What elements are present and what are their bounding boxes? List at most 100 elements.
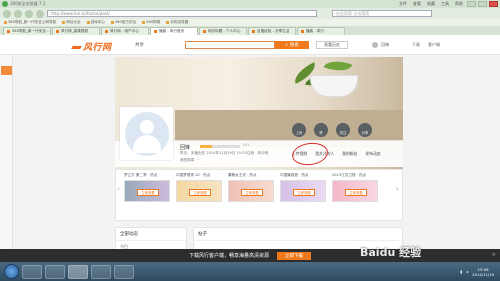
header-links: 下载 客户端	[412, 42, 440, 48]
prev-arrow-icon[interactable]: ‹	[117, 185, 120, 193]
menu-bar: 文件 查看 收藏 工具 帮助	[399, 1, 463, 7]
recommend-cards: 梦立方 第二季 · 热点 立即观看 中国梦想秀 20 · 热点 立即观看 暴跑女…	[124, 173, 378, 217]
watch-history-button[interactable]: 观看历史	[316, 41, 348, 49]
browser-tab[interactable]: 360导航_新一代安全...	[3, 27, 51, 35]
minimize-button[interactable]	[467, 1, 476, 7]
share-dropdown[interactable]: 共享	[135, 42, 144, 48]
favorites-bar: 360导航_新一代安全上网导航 网址大全 游戏中心 360官方论坛 360购物 …	[0, 19, 500, 26]
client-link[interactable]: 客户端	[428, 42, 440, 48]
tab-strip: 360导航_新一代安全... 风行网_高清视频 风行网 - 用户中心 播客 - …	[0, 26, 500, 35]
watch-now-button[interactable]: 立即观看	[189, 189, 211, 196]
taskbar-app[interactable]	[91, 264, 111, 279]
show-card[interactable]: 2013江苏卫视 · 热点 立即观看	[332, 173, 378, 217]
taskbar-app[interactable]	[114, 264, 134, 279]
download-link[interactable]: 下载	[412, 42, 420, 48]
title-bar: 360安全浏览器 7.1 文件 查看 收藏 工具 帮助	[0, 0, 500, 8]
follow-action-button[interactable]: 关注	[336, 123, 350, 137]
forward-icon[interactable]	[14, 9, 22, 18]
sidebar-badge[interactable]	[1, 66, 12, 75]
user-silhouette-icon	[140, 120, 154, 134]
watch-now-button[interactable]: 立即观看	[241, 189, 263, 196]
taskbar: ▮ ◂ 15:06 2014/11/19	[0, 262, 500, 281]
watch-now-button[interactable]: 立即观看	[293, 189, 315, 196]
medal-info[interactable]: 我的勋章 ···	[180, 158, 199, 163]
close-button[interactable]	[489, 1, 498, 7]
left-sidebar	[0, 55, 13, 262]
posts-title: 帖子	[194, 228, 402, 241]
show-card[interactable]: 中国梦想秀 20 · 热点 立即观看	[176, 173, 222, 217]
favorite-item[interactable]: 360购物	[142, 20, 160, 25]
register-info: 昨日，未播出任 2014年11月19日 15:53注册 · 风行网	[180, 151, 269, 155]
maximize-button[interactable]	[478, 1, 487, 7]
window-controls	[467, 1, 498, 7]
favorite-item[interactable]: 网址大全	[62, 20, 80, 25]
browser-tab[interactable]: 播客 - 风行	[297, 27, 345, 35]
header-avatar[interactable]	[372, 42, 378, 48]
menu-help[interactable]: 帮助	[455, 1, 463, 7]
browser-tab-active[interactable]: 播客 - 风行首页	[150, 27, 198, 35]
refresh-icon[interactable]	[25, 9, 33, 18]
back-icon[interactable]	[3, 9, 11, 18]
header-username[interactable]: 回锋	[381, 42, 389, 48]
next-arrow-icon[interactable]: ›	[396, 185, 399, 193]
menu-favorites[interactable]: 收藏	[427, 1, 435, 7]
start-button[interactable]	[4, 264, 19, 279]
tab-favicon-icon	[203, 30, 206, 33]
search-icon: ⌕	[285, 43, 288, 48]
tab-fans[interactable]: 我的粉丝	[342, 151, 357, 157]
profile-username: 回锋	[180, 145, 191, 151]
tab-favicon-icon	[252, 30, 255, 33]
profile-avatar[interactable]	[120, 107, 173, 160]
menu-view[interactable]: 查看	[413, 1, 421, 7]
taskbar-app-browser[interactable]	[68, 264, 88, 279]
show-card[interactable]: 梦立方 第二季 · 热点 立即观看	[124, 173, 170, 217]
activity-title[interactable]: 全部动态	[116, 228, 186, 241]
level-label: LV1	[243, 143, 250, 147]
address-bar[interactable]: http://www.fun.tv/home/post/	[47, 10, 317, 17]
menu-file[interactable]: 文件	[399, 1, 407, 7]
site-search-button[interactable]: ⌕ 搜索	[275, 41, 309, 49]
site-search-input[interactable]	[185, 41, 275, 49]
tab-favicon-icon	[154, 30, 157, 33]
web-page: 风行网 共享 ⌕ 搜索 观看历史 回锋 下载 客户端 上传 赞 关注 分享 回锋…	[0, 35, 500, 262]
browser-logo-icon	[2, 1, 8, 7]
share-action-button[interactable]: 分享	[358, 123, 372, 137]
tab-favicon-icon	[7, 30, 10, 33]
browser-tab[interactable]: 百度经验 - 分享生活	[248, 27, 296, 35]
tab-favicon-icon	[56, 30, 59, 33]
menu-tools[interactable]: 工具	[441, 1, 449, 7]
home-icon[interactable]	[36, 9, 44, 18]
upload-action-button[interactable]: 上传	[292, 123, 306, 137]
tab-favicon-icon	[301, 30, 304, 33]
download-promo-bar: 下载风行客户端，畅享海量高清资源 立即下载 ×	[0, 249, 500, 262]
browser-window: 360安全浏览器 7.1 文件 查看 收藏 工具 帮助 http://www.f…	[0, 0, 500, 262]
watch-now-button[interactable]: 立即观看	[137, 189, 159, 196]
system-tray: ▮ ◂ 15:06 2014/11/19	[460, 267, 500, 277]
network-icon[interactable]: ▮	[460, 269, 462, 274]
favorite-item[interactable]: 360官方论坛	[111, 20, 136, 25]
tab-favicon-icon	[105, 30, 108, 33]
like-action-button[interactable]: 赞	[314, 123, 328, 137]
browser-tab[interactable]: 风行网 - 用户中心	[101, 27, 149, 35]
favorite-item[interactable]: 游戏中心	[87, 20, 105, 25]
site-logo[interactable]: 风行网	[71, 40, 112, 53]
banner-actions: 上传 赞 关注 分享	[292, 123, 372, 137]
taskbar-app[interactable]	[22, 264, 42, 279]
taskbar-app[interactable]	[45, 264, 65, 279]
window-title: 360安全浏览器 7.1	[10, 1, 46, 6]
promo-download-button[interactable]: 立即下载	[277, 251, 311, 260]
volume-icon[interactable]: ◂	[466, 269, 468, 274]
browser-tab[interactable]: 风行网_高清视频	[52, 27, 100, 35]
browser-search-input[interactable]: 在此搜索 点击搜索	[332, 10, 432, 17]
promo-close-icon[interactable]: ×	[492, 252, 496, 258]
tab-post-update[interactable]: 发布动态	[365, 151, 380, 157]
watch-now-button[interactable]: 立即观看	[345, 189, 367, 196]
show-card[interactable]: 中国最强音 · 热点 立即观看	[280, 173, 326, 217]
browser-tab[interactable]: 网页标题 - 个人中心	[199, 27, 247, 35]
promo-text: 下载风行客户端，畅享海量高清资源	[188, 253, 269, 259]
favorite-item[interactable]: 360导航_新一代安全上网导航	[4, 20, 56, 25]
show-card[interactable]: 暴跑女王农 · 热点 立即观看	[228, 173, 274, 217]
clock[interactable]: 15:06 2014/11/19	[472, 267, 494, 277]
level-progress-bar	[200, 145, 240, 148]
favorite-item[interactable]: 手机浏览器	[166, 20, 188, 25]
